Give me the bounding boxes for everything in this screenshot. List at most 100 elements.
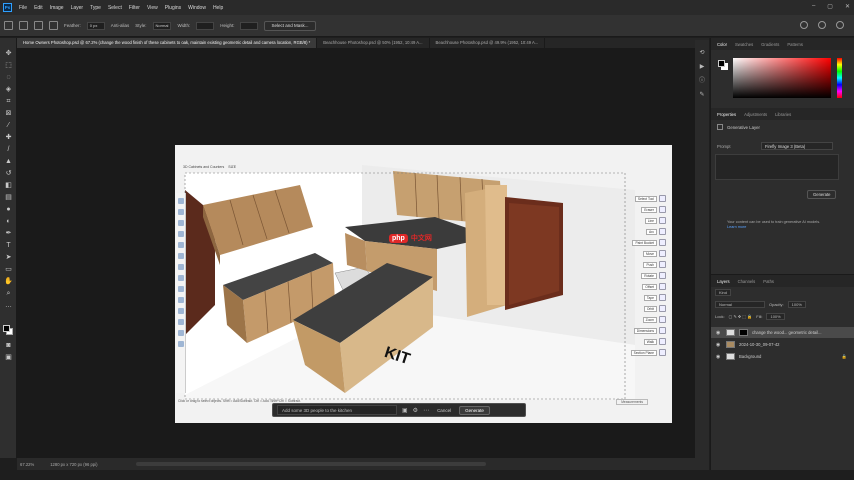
menu-image[interactable]: Image: [50, 5, 64, 11]
history-brush-icon[interactable]: ↺: [4, 170, 13, 178]
arc-tool-icon[interactable]: [178, 231, 184, 237]
healing-brush-icon[interactable]: ✚: [4, 134, 13, 142]
menu-file[interactable]: File: [19, 5, 27, 11]
marquee-tool-icon[interactable]: [19, 21, 28, 30]
eraser-tool-icon[interactable]: [178, 209, 184, 215]
search-icon[interactable]: [800, 21, 808, 29]
sk-tool-row[interactable]: Zoom: [642, 316, 666, 323]
lasso-tool-icon[interactable]: ◌: [4, 74, 13, 82]
layer-mask-thumbnail[interactable]: [739, 329, 748, 336]
generate-button[interactable]: Generate: [459, 405, 490, 415]
home-icon[interactable]: [4, 21, 13, 30]
rectangle-tool-icon[interactable]: [178, 242, 184, 248]
sk-tool-row[interactable]: Walk: [643, 338, 666, 345]
sk-tool-row[interactable]: Push: [643, 261, 666, 268]
line-tool-icon[interactable]: [178, 220, 184, 226]
workspace-icon[interactable]: [818, 21, 826, 29]
zoom-tool-icon[interactable]: [178, 341, 184, 347]
lock-icons[interactable]: ▢ ✎ ✥ ⬚ 🔒: [729, 314, 753, 319]
antialias-checkbox[interactable]: Anti-alias: [111, 23, 130, 28]
menu-plugins[interactable]: Plugins: [165, 5, 181, 11]
menu-type[interactable]: Type: [90, 5, 101, 11]
menu-select[interactable]: Select: [108, 5, 122, 11]
shape-tool-icon[interactable]: ▭: [4, 266, 13, 274]
document-canvas[interactable]: KIT 3D Cabinets and Counters SIZE Select…: [175, 145, 672, 423]
marquee-tool-icon[interactable]: ⬚: [4, 62, 13, 70]
sk-tool-row[interactable]: Section Plane: [630, 349, 666, 356]
text-tool-icon[interactable]: [178, 319, 184, 325]
style-select[interactable]: Normal: [152, 21, 172, 30]
cancel-button[interactable]: Cancel: [434, 408, 454, 413]
offset-tool-icon[interactable]: [178, 297, 184, 303]
foreground-color-chip[interactable]: [718, 60, 725, 67]
minimize-icon[interactable]: –: [812, 3, 815, 10]
opacity-field[interactable]: 100%: [787, 301, 806, 308]
menu-filter[interactable]: Filter: [129, 5, 140, 11]
screen-mode-icon[interactable]: ▣: [4, 354, 13, 362]
color-picker-field[interactable]: [733, 58, 831, 98]
sk-tool-row[interactable]: Orbit: [643, 305, 666, 312]
hand-tool-icon[interactable]: ✋: [4, 278, 13, 286]
layer-row[interactable]: ◉ 2024-10-30_09-07-42: [711, 339, 854, 350]
tab-swatches[interactable]: Swatches: [735, 42, 753, 47]
visibility-eye-icon[interactable]: ◉: [716, 330, 722, 336]
sketchup-tab-size[interactable]: SIZE: [228, 165, 236, 169]
sk-tool-row[interactable]: Offset: [642, 283, 666, 290]
sk-tool-row[interactable]: Tape: [643, 294, 666, 301]
sk-tool-row[interactable]: Eraser: [641, 206, 666, 213]
visibility-eye-icon[interactable]: ◉: [716, 342, 722, 348]
maximize-icon[interactable]: ▢: [827, 3, 833, 10]
scale-tool-icon[interactable]: [178, 286, 184, 292]
tab-beachhouse-2[interactable]: Beachhouse Photoshop.psd @ 49.9% (1952, …: [430, 38, 546, 48]
image-reference-icon[interactable]: ▣: [402, 407, 408, 414]
move-tool-icon[interactable]: [178, 264, 184, 270]
tab-patterns[interactable]: Patterns: [787, 42, 803, 47]
stamp-tool-icon[interactable]: ▲: [4, 158, 13, 166]
sk-tool-row[interactable]: Line: [644, 217, 666, 224]
tab-libraries[interactable]: Libraries: [775, 112, 791, 117]
tape-tool-icon[interactable]: [178, 308, 184, 314]
tab-properties[interactable]: Properties: [717, 112, 736, 117]
feather-field[interactable]: 0 px: [86, 21, 105, 30]
learn-more-link[interactable]: Learn more: [727, 225, 746, 229]
fill-field[interactable]: 100%: [766, 313, 785, 320]
info-icon[interactable]: ⓘ: [698, 78, 706, 85]
sk-tool-row[interactable]: Select Tool: [634, 195, 666, 202]
rotate-tool-icon[interactable]: [178, 275, 184, 281]
move-tool-icon[interactable]: ✥: [4, 50, 13, 58]
tab-layers[interactable]: Layers: [717, 279, 730, 284]
layer-row[interactable]: ◉ Background 🔒: [711, 351, 854, 362]
tab-home-owners[interactable]: Home Owners Photoshop.psd @ 67.2% (chang…: [17, 38, 318, 48]
more-tools-icon[interactable]: …: [4, 302, 13, 310]
pen-tool-icon[interactable]: ✒: [4, 230, 13, 238]
actions-icon[interactable]: ▶: [698, 64, 706, 71]
sk-tool-row[interactable]: Arc: [646, 228, 666, 235]
visibility-eye-icon[interactable]: ◉: [716, 354, 722, 360]
tab-gradients[interactable]: Gradients: [761, 42, 779, 47]
tab-channels[interactable]: Channels: [738, 279, 756, 284]
brush-tool-icon[interactable]: /: [4, 146, 13, 154]
dodge-tool-icon[interactable]: ◐: [4, 218, 13, 226]
sketchup-tab-title[interactable]: 3D Cabinets and Counters: [183, 165, 224, 169]
object-select-icon[interactable]: ◈: [4, 86, 13, 94]
menu-help[interactable]: Help: [213, 5, 223, 11]
menu-window[interactable]: Window: [188, 5, 206, 11]
zoom-tool-icon[interactable]: ⌕: [4, 290, 13, 298]
menu-layer[interactable]: Layer: [71, 5, 84, 11]
frame-tool-icon[interactable]: ⊠: [4, 110, 13, 118]
filter-kind-select[interactable]: Kind: [715, 289, 732, 296]
hue-slider[interactable]: [837, 58, 842, 98]
horizontal-scrollbar[interactable]: [136, 462, 486, 466]
properties-generate-button[interactable]: Generate: [807, 190, 837, 199]
height-field[interactable]: [240, 21, 259, 30]
quick-mask-icon[interactable]: ◙: [4, 342, 13, 350]
close-icon[interactable]: ✕: [845, 3, 850, 10]
select-tool-icon[interactable]: [178, 198, 184, 204]
gradient-tool-icon[interactable]: ▤: [4, 194, 13, 202]
blur-tool-icon[interactable]: ●: [4, 206, 13, 214]
push-pull-icon[interactable]: [178, 253, 184, 259]
sk-tool-row[interactable]: Rotate: [641, 272, 666, 279]
tab-paths[interactable]: Paths: [763, 279, 774, 284]
tab-color[interactable]: Color: [717, 42, 727, 47]
prompt-textarea[interactable]: [715, 154, 839, 180]
